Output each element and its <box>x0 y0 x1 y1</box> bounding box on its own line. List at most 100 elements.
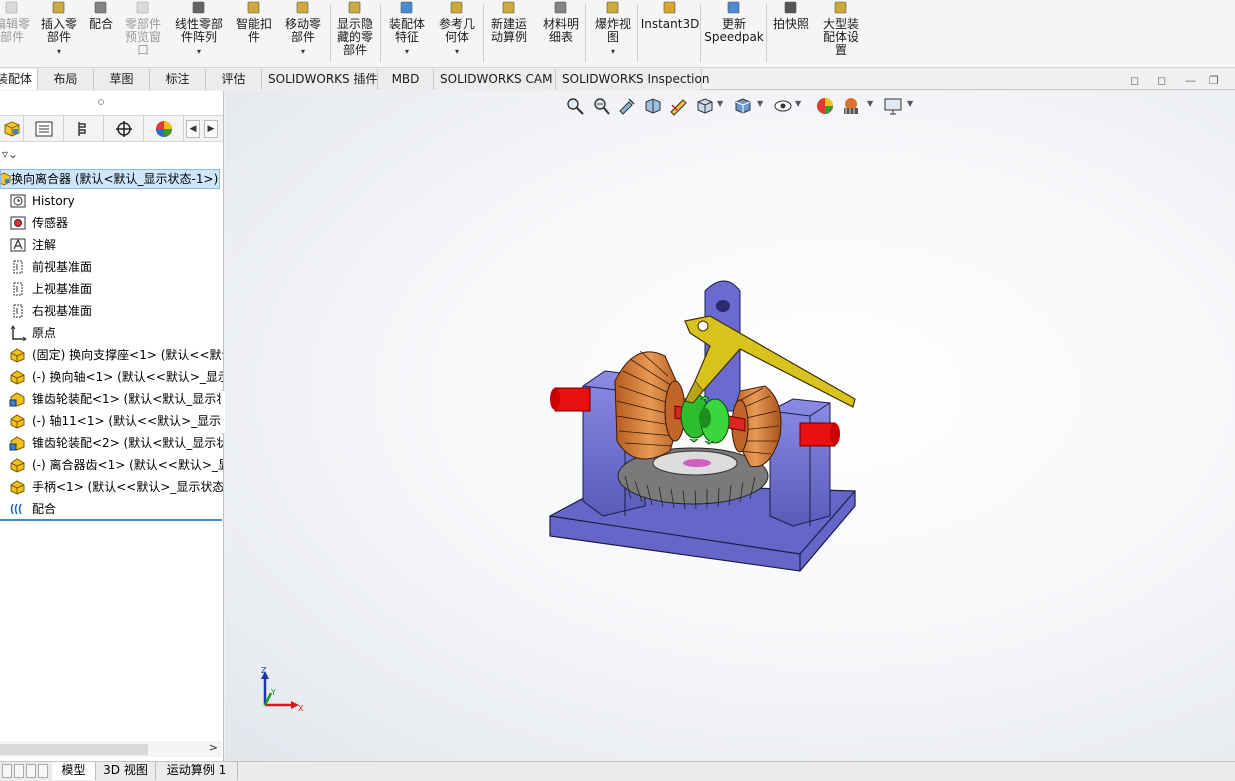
bottom-tab-0[interactable]: 模型 <box>52 762 96 780</box>
coordinate-triad: Z Y X <box>261 666 304 713</box>
prev-tab-icon[interactable] <box>14 764 24 778</box>
first-tab-icon[interactable] <box>2 764 12 778</box>
tab-7[interactable]: SOLIDWORKS CAM <box>434 69 556 90</box>
hide-show-dropdown-icon[interactable]: ▼ <box>795 99 801 108</box>
zoom-to-area-icon[interactable] <box>591 96 611 116</box>
tree-filter-icon[interactable]: ▿⌄ <box>2 147 18 161</box>
apply-scene-icon[interactable] <box>841 96 861 116</box>
display-style-dropdown-icon[interactable]: ▼ <box>757 99 763 108</box>
display-manager-tab[interactable] <box>144 116 184 142</box>
bottom-tab-bar: 模型 3D 视图 运动算例 1 <box>0 761 1235 781</box>
tree-item[interactable]: 传感器 <box>0 212 223 234</box>
ribbon-button-label: 材料明 细表 <box>542 17 579 44</box>
ribbon-button-12[interactable]: 爆炸视图 ▾ <box>590 0 636 66</box>
subassembly-icon <box>9 436 25 451</box>
scene-dropdown-icon[interactable]: ▼ <box>867 99 873 108</box>
dropdown-arrow-icon[interactable]: ▾ <box>57 45 61 58</box>
bottom-tab-2[interactable]: 运动算例 1 <box>156 762 238 780</box>
tab-1[interactable]: 布局 <box>38 69 94 90</box>
bottom-tab-1[interactable]: 3D 视图 <box>96 762 156 780</box>
ribbon-button-1[interactable]: 插入零 部件 ▾ <box>38 0 80 66</box>
tab-0[interactable]: 装配体 <box>0 69 38 90</box>
plane-icon <box>13 282 23 296</box>
ribbon-button-3[interactable]: 零部件 预览窗口 <box>120 0 166 66</box>
tree-item[interactable]: 手柄<1> (默认<<默认>_显示状态 <box>0 476 223 498</box>
tree-item[interactable]: 锥齿轮装配<1> (默认<默认_显示状 <box>0 388 223 410</box>
tree-item[interactable]: 上视基准面 <box>0 278 223 300</box>
maximize-icon[interactable]: ❐ <box>1209 74 1219 87</box>
ribbon-button-icon <box>502 1 515 14</box>
dropdown-arrow-icon[interactable]: ▾ <box>405 45 409 58</box>
tab-8[interactable]: SOLIDWORKS Inspection <box>556 69 709 90</box>
panel-scroll-left-icon[interactable]: ◀ <box>186 120 200 138</box>
view-settings-icon[interactable] <box>883 96 903 116</box>
feature-tree-tab[interactable] <box>0 116 24 142</box>
view-orientation-dropdown-icon[interactable]: ▼ <box>717 99 723 108</box>
tree-item[interactable]: (-) 换向轴<1> (默认<<默认>_显示 <box>0 366 223 388</box>
tree-item[interactable]: 配合 <box>0 498 223 520</box>
tree-item[interactable]: (固定) 换向支撑座<1> (默认<<默认 <box>0 344 223 366</box>
edit-appearance-icon[interactable] <box>815 96 835 116</box>
dropdown-arrow-icon[interactable]: ▾ <box>197 45 201 58</box>
scrollbar-thumb[interactable] <box>0 744 148 755</box>
tree-item[interactable]: History <box>0 190 223 212</box>
graphics-viewport[interactable]: ▼ ▼ ▼ ▼ ▼ Z Y X <box>225 91 1235 761</box>
ribbon-button-8[interactable]: 装配体 特征 ▾ <box>384 0 430 66</box>
section-view-icon[interactable] <box>643 96 663 116</box>
tab-3[interactable]: 标注 <box>150 69 206 90</box>
tree-item[interactable]: 右视基准面 <box>0 300 223 322</box>
tree-item[interactable]: 原点 <box>0 322 223 344</box>
hide-show-items-icon[interactable] <box>773 96 793 116</box>
tree-root-assembly[interactable]: 换向离合器 (默认<默认_显示状态-1>) <box>0 169 220 189</box>
ribbon-button-0[interactable]: 编辑零部件 <box>0 0 32 66</box>
zoom-to-fit-icon[interactable] <box>565 96 585 116</box>
last-tab-icon[interactable] <box>38 764 48 778</box>
tab-2[interactable]: 草图 <box>94 69 150 90</box>
ribbon-button-9[interactable]: 参考几 何体 ▾ <box>434 0 480 66</box>
tree-root-label: 换向离合器 (默认<默认_显示状态-1>) <box>11 172 219 186</box>
ribbon-button-4[interactable]: 线性零部 件阵列 ▾ <box>170 0 228 66</box>
ribbon-button-label: 智能扣件 <box>235 17 272 44</box>
ribbon-button-11[interactable]: 材料明 细表 <box>538 0 584 66</box>
tree-item[interactable]: 注解 <box>0 234 223 256</box>
tab-6[interactable]: MBD <box>378 69 434 90</box>
command-manager-ribbon: 编辑零部件插入零部件▾配合零部件预览窗口线性零部件阵列▾ 智能扣件移动零部件▾显示… <box>0 0 1235 68</box>
dropdown-arrow-icon[interactable]: ▾ <box>455 45 459 58</box>
ribbon-button-label: 编辑零部件 <box>0 17 30 44</box>
scroll-right-icon[interactable]: > <box>209 741 218 754</box>
tree-item[interactable]: 锥齿轮装配<2> (默认<默认_显示状 <box>0 432 223 454</box>
configuration-manager-tab[interactable] <box>64 116 104 142</box>
tree-item[interactable]: (-) 轴11<1> (默认<<默认>_显示状 <box>0 410 223 432</box>
tab-4[interactable]: 评估 <box>206 69 262 90</box>
dimxpert-tab[interactable] <box>104 116 144 142</box>
view-orientation-icon[interactable] <box>695 96 715 116</box>
ribbon-button-6[interactable]: 移动零 部件 ▾ <box>280 0 326 66</box>
restore-right-icon[interactable]: ◻ <box>1157 74 1166 87</box>
ribbon-button-5[interactable]: 智能扣件 <box>232 0 276 66</box>
minimize-icon[interactable]: — <box>1185 74 1196 87</box>
ribbon-button-14[interactable]: 更新 Speedpak <box>704 0 764 66</box>
property-manager-tab[interactable] <box>24 116 64 142</box>
tab-5[interactable]: SOLIDWORKS 插件 <box>262 69 378 90</box>
reversing-clutch-model[interactable] <box>535 271 865 581</box>
display-style-icon[interactable] <box>733 96 753 116</box>
tree-item[interactable]: (-) 离合器齿<1> (默认<<默认>_显 <box>0 454 223 476</box>
ribbon-button-10[interactable]: 新建运 动算例 <box>486 0 532 66</box>
ribbon-button-15[interactable]: 拍快照 <box>768 0 814 66</box>
ribbon-button-2[interactable]: 配合 <box>86 0 116 66</box>
view-settings-dropdown-icon[interactable]: ▼ <box>907 99 913 108</box>
dynamic-annotation-icon[interactable] <box>669 96 689 116</box>
panel-grip-icon[interactable] <box>98 99 104 105</box>
ribbon-button-13[interactable]: Instant3D <box>641 0 699 66</box>
ribbon-button-16[interactable]: 大型装 配体设置 <box>818 0 864 66</box>
next-tab-icon[interactable] <box>26 764 36 778</box>
ribbon-button-icon <box>606 1 619 14</box>
restore-left-icon[interactable]: ◻ <box>1130 74 1139 87</box>
previous-view-icon[interactable] <box>617 96 637 116</box>
panel-scroll-right-icon[interactable]: ▶ <box>204 120 218 138</box>
dropdown-arrow-icon[interactable]: ▾ <box>301 45 305 58</box>
panel-horizontal-scrollbar[interactable]: > <box>0 741 222 757</box>
ribbon-button-7[interactable]: 显示隐 藏的零 部件 <box>332 0 378 66</box>
dropdown-arrow-icon[interactable]: ▾ <box>611 45 615 58</box>
tree-item[interactable]: 前视基准面 <box>0 256 223 278</box>
